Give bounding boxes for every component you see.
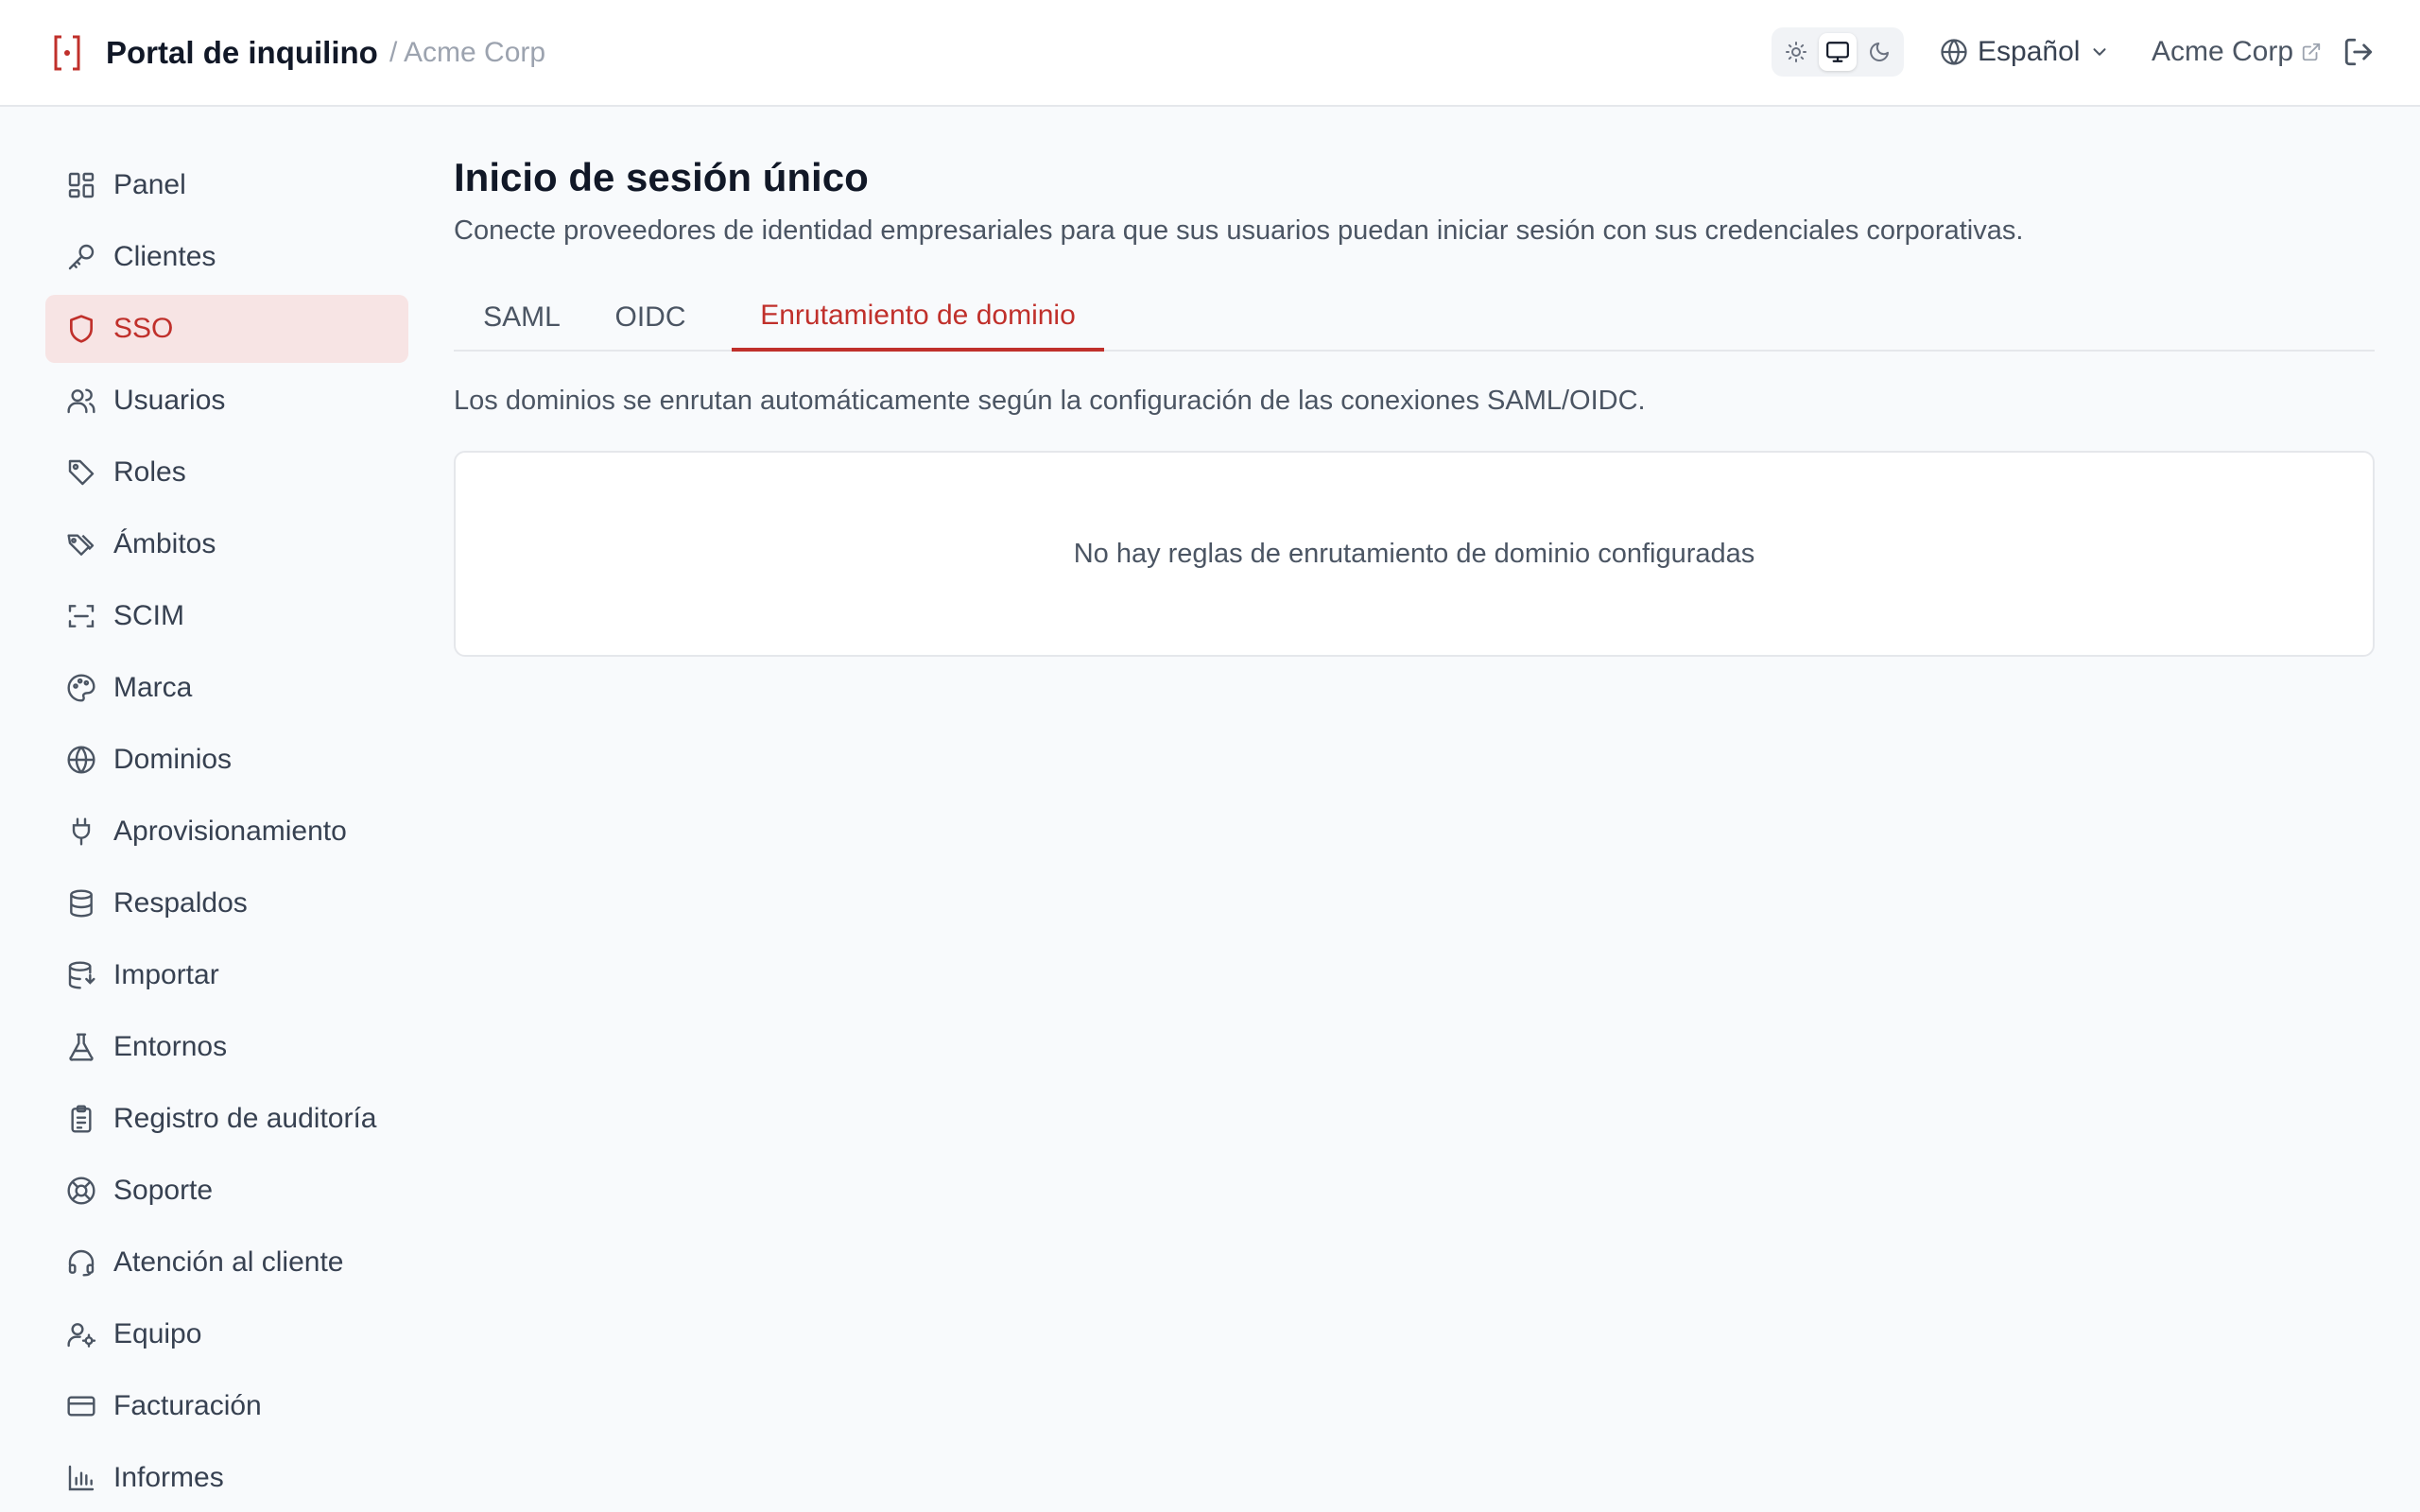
sidebar-item-roles[interactable]: Roles [45, 438, 408, 507]
theme-system-button[interactable] [1819, 33, 1857, 71]
plug-icon [72, 817, 91, 846]
breadcrumb-tenant: / Acme Corp [389, 37, 546, 68]
org-link-label: Acme Corp [2152, 36, 2294, 67]
sidebar-item-label: Clientes [113, 241, 216, 272]
tags-icon [67, 534, 95, 556]
globe-icon [67, 746, 95, 774]
sidebar-item-informes[interactable]: Informes [45, 1444, 408, 1512]
sidebar-item-entornos[interactable]: Entornos [45, 1013, 408, 1081]
sidebar-item-label: Informes [113, 1462, 224, 1493]
page-subtitle: Conecte proveedores de identidad empresa… [454, 215, 2024, 246]
user-cog-icon [67, 1323, 96, 1348]
tab-saml[interactable]: SAML [454, 284, 590, 352]
sidebar-item-equipo[interactable]: Equipo [45, 1300, 408, 1368]
sidebar-item-clientes[interactable]: Clientes [45, 223, 408, 291]
top-bar: Portal de inquilino / Acme Corp Español [0, 0, 2420, 107]
sidebar-item-marca[interactable]: Marca [45, 654, 408, 722]
monitor-icon [1826, 42, 1849, 62]
tab-oidc[interactable]: OIDC [590, 284, 711, 352]
sidebar-item-label: Facturación [113, 1390, 262, 1421]
sidebar-item-label: Dominios [113, 744, 233, 775]
sidebar-item-scim[interactable]: SCIM [45, 582, 408, 650]
language-label: Español [1978, 36, 2081, 67]
clipboard-icon [71, 1105, 92, 1133]
sidebar-item-label: Panel [113, 169, 186, 200]
app-title: Portal de inquilino [106, 35, 378, 70]
sidebar-item-respaldos[interactable]: Respaldos [45, 869, 408, 937]
sidebar-item-aprovisionamiento[interactable]: Aprovisionamiento [45, 798, 408, 866]
sidebar-item-panel[interactable]: Panel [45, 151, 408, 219]
dashboard-icon [68, 172, 95, 198]
language-selector[interactable]: Español [1940, 28, 2110, 76]
routing-info-text: Los dominios se enrutan automáticamente … [454, 386, 1646, 416]
sidebar-item-label: Equipo [113, 1318, 202, 1349]
sidebar-item-registro-auditoria[interactable]: Registro de auditoría [45, 1085, 408, 1153]
sidebar-item-label: Registro de auditoría [113, 1103, 377, 1134]
database-import-icon [68, 961, 95, 989]
sidebar-item-label: SCIM [113, 600, 184, 631]
credit-card-icon [67, 1396, 95, 1417]
sidebar-item-sso[interactable]: SSO [45, 295, 408, 363]
lifebuoy-icon [67, 1177, 95, 1205]
sidebar-item-facturacion[interactable]: Facturación [45, 1372, 408, 1440]
database-icon [70, 889, 93, 918]
sidebar-item-atencion-cliente[interactable]: Atención al cliente [45, 1228, 408, 1297]
shield-icon [70, 315, 93, 343]
domain-routing-empty-state: No hay reglas de enrutamiento de dominio… [454, 451, 2375, 657]
sso-tabs: SAML OIDC Enrutamiento de dominio [454, 284, 2375, 352]
sidebar-item-importar[interactable]: Importar [45, 941, 408, 1009]
logout-icon[interactable] [2342, 36, 2375, 68]
sidebar-item-label: Aprovisionamiento [113, 816, 347, 847]
flask-icon [69, 1033, 94, 1061]
sidebar-item-usuarios[interactable]: Usuarios [45, 367, 408, 435]
sidebar-item-soporte[interactable]: Soporte [45, 1157, 408, 1225]
page-title: Inicio de sesión único [454, 155, 869, 199]
logo-icon [54, 35, 80, 71]
users-icon [67, 388, 95, 414]
sidebar-item-label: Soporte [113, 1175, 214, 1206]
sidebar-item-label: Respaldos [113, 887, 248, 919]
sun-icon [1786, 42, 1806, 62]
sidebar-item-label: Importar [113, 959, 219, 990]
scan-icon [68, 605, 95, 627]
sidebar-item-label: Atención al cliente [113, 1246, 344, 1278]
sidebar-item-label: Usuarios [113, 385, 226, 416]
headset-icon [68, 1249, 95, 1277]
sidebar-item-dominios[interactable]: Dominios [45, 726, 408, 794]
empty-state-message: No hay reglas de enrutamiento de dominio… [1073, 538, 1755, 569]
sidebar-item-label: SSO [113, 313, 174, 344]
tag-icon [68, 459, 95, 486]
chevron-down-icon [2093, 48, 2106, 56]
theme-switcher [1772, 27, 1904, 77]
tab-domain-routing[interactable]: Enrutamiento de dominio [732, 284, 1104, 352]
palette-icon [67, 674, 95, 702]
sidebar-item-ambitos[interactable]: Ámbitos [45, 510, 408, 578]
bar-chart-icon [68, 1465, 95, 1491]
sidebar-item-label: Entornos [113, 1031, 228, 1062]
key-icon [68, 244, 95, 270]
theme-dark-button[interactable] [1860, 33, 1898, 71]
sidebar-item-label: Marca [113, 672, 193, 703]
external-link-icon [2302, 43, 2321, 61]
theme-light-button[interactable] [1777, 33, 1815, 71]
org-link[interactable]: Acme Corp [2152, 28, 2322, 76]
moon-icon [1870, 43, 1889, 61]
sidebar-item-label: Roles [113, 456, 186, 488]
globe-icon [1941, 39, 1967, 65]
sidebar-item-label: Ámbitos [113, 528, 216, 559]
